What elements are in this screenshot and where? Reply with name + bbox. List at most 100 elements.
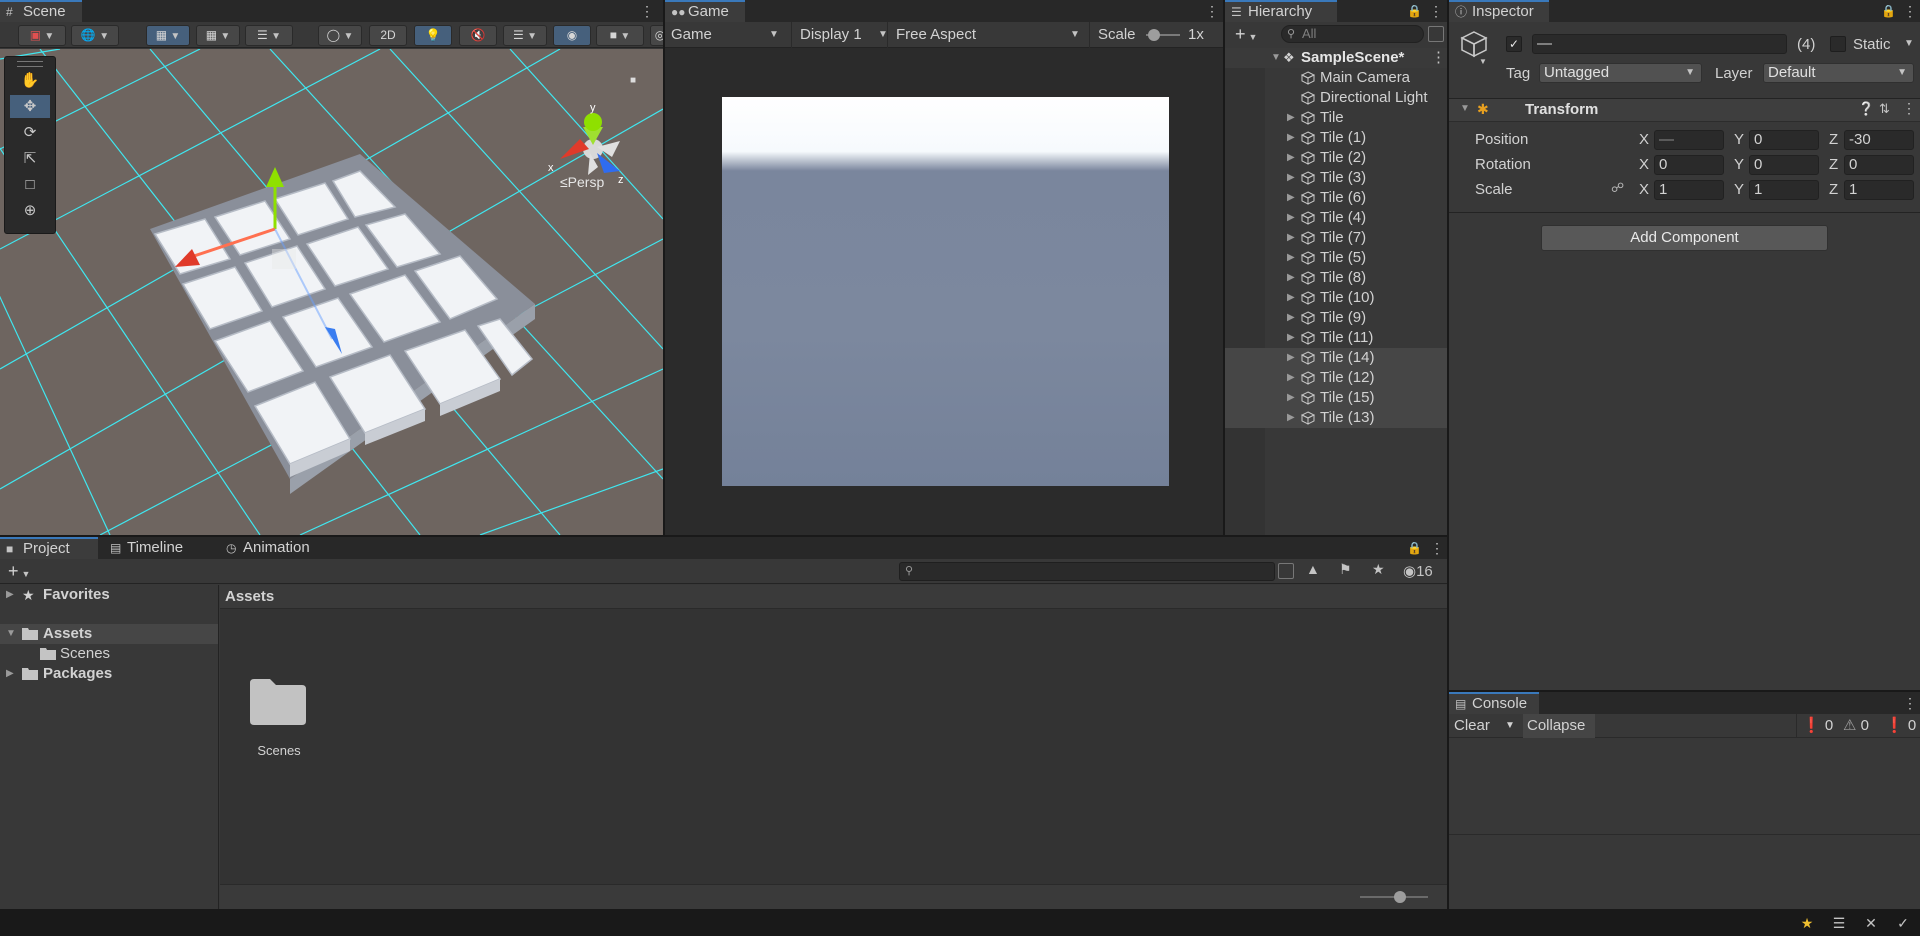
audio-toggle-button[interactable]: 🔇 [459, 25, 497, 46]
scene-root-row[interactable]: ▼ ❖ SampleScene* ⋮ [1225, 48, 1447, 68]
breadcrumb[interactable]: Assets [220, 585, 1447, 609]
position-y-field[interactable]: 0 [1749, 130, 1819, 150]
progress-check-icon[interactable]: ✓ [1894, 914, 1912, 932]
expand-arrow-icon[interactable]: ▶ [1287, 368, 1297, 388]
move-tool[interactable]: ✥ [10, 95, 50, 118]
chevron-down-icon[interactable]: ▼ [1479, 57, 1487, 66]
hierarchy-search-input[interactable]: ⚲ All [1281, 25, 1424, 43]
hierarchy-item[interactable]: ▶ Tile (4) [1225, 208, 1447, 228]
snap-increment-dropdown[interactable]: ▦ ▼ [196, 25, 240, 46]
expand-arrow-icon[interactable]: ▶ [1287, 208, 1297, 228]
inspector-menu-icon[interactable]: ⋮ [1903, 0, 1917, 22]
auto-generate-lighting-icon[interactable]: ★ [1798, 914, 1816, 932]
icon-size-slider[interactable] [1394, 891, 1406, 903]
grid-snap-dropdown[interactable]: ▦ ▼ [146, 25, 190, 46]
lock-icon[interactable]: 🔒 [1407, 0, 1422, 22]
search-options-icon[interactable] [1278, 563, 1294, 579]
hierarchy-item[interactable]: ▶ Tile (14) [1225, 348, 1447, 368]
expand-arrow-icon[interactable]: ▶ [1287, 388, 1297, 408]
tag-dropdown[interactable]: Untagged ▼ [1539, 63, 1702, 83]
gizmos-button[interactable]: ◎ [650, 25, 663, 46]
global-toggle-dropdown[interactable]: 🌐 ▼ [71, 25, 119, 46]
hierarchy-item[interactable]: Main Camera [1225, 68, 1447, 88]
game-mode-dropdown[interactable]: Game ▼ [671, 22, 783, 48]
tab-timeline[interactable]: ▤ Timeline [104, 537, 214, 559]
expand-arrow-icon[interactable]: ▶ [6, 664, 14, 684]
toggle-2d-button[interactable]: 2D [369, 25, 407, 46]
clear-options-dropdown[interactable]: ▼ [1505, 714, 1521, 738]
expand-arrow-icon[interactable]: ▶ [1287, 348, 1297, 368]
layer-dropdown[interactable]: Default ▼ [1763, 63, 1914, 83]
expand-arrow-icon[interactable]: ▼ [6, 624, 16, 644]
aspect-dropdown[interactable]: Free Aspect ▼ [887, 22, 1081, 48]
search-options-icon[interactable] [1428, 26, 1444, 42]
tree-favorites[interactable]: ▶ ★ Favorites [0, 585, 218, 605]
scene-viewport[interactable]: y x z ■ [0, 49, 663, 535]
warning-filter-toggle[interactable]: ⚠ 0 [1838, 714, 1878, 738]
tab-scene[interactable]: # Scene [0, 0, 82, 22]
expand-arrow-icon[interactable]: ▶ [1287, 268, 1297, 288]
expand-arrow-icon[interactable]: ▼ [1271, 48, 1281, 68]
static-dropdown-icon[interactable]: ▼ [1904, 38, 1914, 49]
help-icon[interactable]: ❔ [1858, 101, 1874, 117]
lock-icon[interactable]: 🔒 [1881, 0, 1896, 22]
tab-inspector[interactable]: ⓘ Inspector [1449, 0, 1549, 22]
align-dropdown[interactable]: ☰ ▼ [245, 25, 293, 46]
hierarchy-item[interactable]: ▶ Tile (5) [1225, 248, 1447, 268]
game-viewport[interactable] [722, 97, 1169, 486]
scene-menu-icon[interactable]: ⋮ [1431, 48, 1446, 68]
scene-visibility-button[interactable]: ◉ [553, 25, 591, 46]
collapse-toggle[interactable]: Collapse [1523, 714, 1595, 738]
hierarchy-item[interactable]: Directional Light [1225, 88, 1447, 108]
display-dropdown[interactable]: Display 1 ▼ [791, 22, 888, 48]
expand-arrow-icon[interactable]: ▶ [1287, 168, 1297, 188]
lighting-toggle-button[interactable]: 💡 [414, 25, 452, 46]
project-search-input[interactable]: ⚲ [899, 562, 1275, 581]
console-menu-icon[interactable]: ⋮ [1903, 692, 1917, 714]
expand-arrow-icon[interactable]: ▶ [1287, 148, 1297, 168]
scale-tool[interactable]: ⇱ [10, 147, 50, 170]
tab-animation[interactable]: ◷ Animation [220, 537, 340, 559]
projection-label[interactable]: ≤Persp [560, 174, 604, 190]
expand-arrow-icon[interactable]: ▶ [1287, 108, 1297, 128]
tree-packages[interactable]: ▶ Packages [0, 664, 218, 684]
hierarchy-item[interactable]: ▶ Tile (9) [1225, 308, 1447, 328]
expand-arrow-icon[interactable]: ▶ [1287, 228, 1297, 248]
constrain-proportions-icon[interactable]: ☍ [1611, 180, 1624, 196]
filter-by-type-icon[interactable]: ▲ [1306, 561, 1320, 577]
hierarchy-item[interactable]: ▶ Tile [1225, 108, 1447, 128]
create-asset-button[interactable]: + ▼ [8, 559, 30, 584]
position-z-field[interactable]: -30 [1844, 130, 1914, 150]
hierarchy-item[interactable]: ▶ Tile (2) [1225, 148, 1447, 168]
tab-game[interactable]: ●● Game [665, 0, 745, 22]
asset-folder-scenes[interactable]: Scenes [248, 675, 310, 758]
hand-tool[interactable]: ✋ [10, 69, 50, 92]
scale-z-field[interactable]: 1 [1844, 180, 1914, 200]
preset-icon[interactable]: ⇅ [1879, 101, 1890, 117]
expand-arrow-icon[interactable]: ▶ [1287, 408, 1297, 428]
scale-x-field[interactable]: 1 [1654, 180, 1724, 200]
hierarchy-item[interactable]: ▶ Tile (13) [1225, 408, 1447, 428]
hierarchy-item[interactable]: ▶ Tile (1) [1225, 128, 1447, 148]
effects-dropdown[interactable]: ☰ ▼ [503, 25, 547, 46]
active-checkbox[interactable]: ✓ [1506, 36, 1522, 52]
tab-hierarchy[interactable]: ☰ Hierarchy [1225, 0, 1337, 22]
hierarchy-item[interactable]: ▶ Tile (3) [1225, 168, 1447, 188]
scale-thumb[interactable] [1148, 29, 1160, 41]
expand-arrow-icon[interactable]: ▶ [6, 585, 14, 605]
rotation-y-field[interactable]: 0 [1749, 155, 1819, 175]
scene-menu-icon[interactable]: ⋮ [640, 0, 654, 22]
rotation-z-field[interactable]: 0 [1844, 155, 1914, 175]
favorite-star-icon[interactable]: ★ [1372, 561, 1385, 578]
camera-dropdown[interactable]: ■ ▼ [596, 25, 644, 46]
hierarchy-menu-icon[interactable]: ⋮ [1429, 0, 1443, 22]
tree-scenes[interactable]: Scenes [0, 644, 218, 664]
cache-server-icon[interactable]: ☰ [1830, 914, 1848, 932]
hierarchy-item[interactable]: ▶ Tile (10) [1225, 288, 1447, 308]
position-x-field[interactable]: — [1654, 130, 1724, 150]
hierarchy-item[interactable]: ▶ Tile (7) [1225, 228, 1447, 248]
clear-button[interactable]: Clear [1454, 714, 1490, 738]
static-checkbox[interactable] [1830, 36, 1846, 52]
filter-by-label-icon[interactable]: ⚑ [1339, 561, 1352, 578]
scale-slider[interactable]: Scale 1x [1089, 22, 1219, 48]
